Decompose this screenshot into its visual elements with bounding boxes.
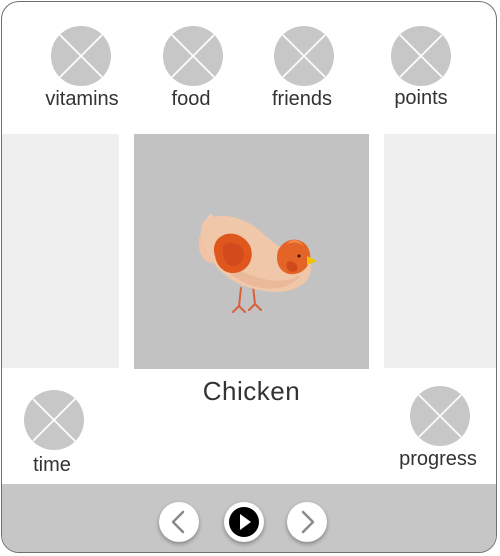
vitamins-placeholder-icon[interactable] bbox=[51, 26, 111, 86]
playback-bar bbox=[2, 484, 496, 552]
chevron-right-icon bbox=[301, 510, 315, 534]
play-icon bbox=[229, 507, 259, 537]
points-label: points bbox=[394, 87, 448, 109]
stat-points[interactable]: points bbox=[361, 26, 481, 116]
progress-placeholder-icon[interactable] bbox=[410, 386, 470, 446]
next-card-preview[interactable] bbox=[384, 134, 496, 368]
next-button[interactable] bbox=[287, 502, 327, 542]
previous-card-preview[interactable] bbox=[2, 134, 119, 368]
animal-card[interactable] bbox=[134, 134, 369, 369]
stat-time[interactable]: time bbox=[2, 390, 122, 480]
time-label: time bbox=[33, 454, 71, 476]
stat-progress[interactable]: progress bbox=[378, 386, 496, 476]
friends-placeholder-icon[interactable] bbox=[274, 26, 334, 86]
progress-label: progress bbox=[399, 448, 477, 470]
previous-button[interactable] bbox=[159, 502, 199, 542]
food-placeholder-icon[interactable] bbox=[163, 26, 223, 86]
points-placeholder-icon[interactable] bbox=[391, 26, 451, 86]
animal-name: Chicken bbox=[202, 376, 301, 406]
app-window: vitamins food friends points Chicken tim… bbox=[1, 1, 497, 553]
play-button[interactable] bbox=[224, 502, 264, 542]
chevron-left-icon bbox=[171, 510, 185, 534]
time-placeholder-icon[interactable] bbox=[24, 390, 84, 450]
chicken-illustration bbox=[198, 214, 317, 313]
